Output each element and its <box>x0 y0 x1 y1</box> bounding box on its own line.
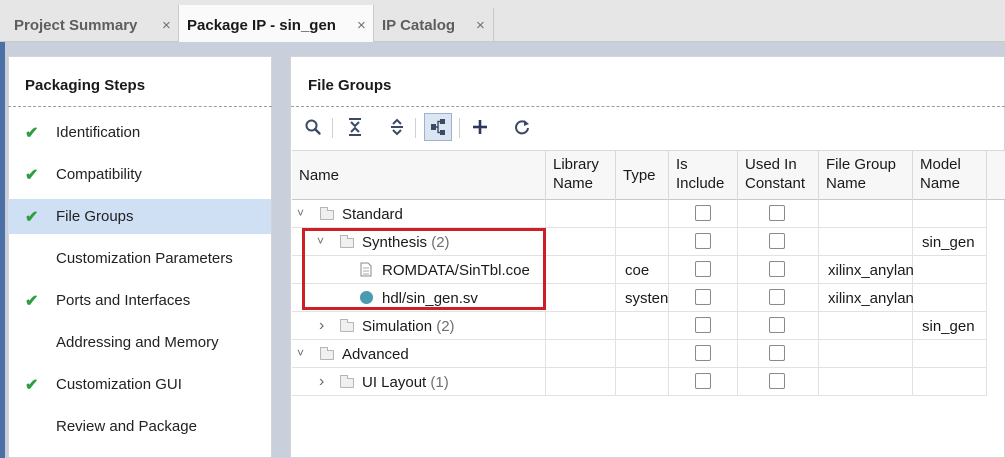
file-count: (2) <box>436 318 455 335</box>
step-label: File Groups <box>56 208 134 225</box>
row-name: Simulation (2) <box>362 318 455 335</box>
folder-icon <box>340 319 354 332</box>
hierarchy-view-button[interactable] <box>424 113 452 141</box>
step-review-and-package[interactable]: Review and Package <box>8 409 271 444</box>
panel-title: File Groups <box>308 77 392 94</box>
step-customization-gui[interactable]: ✔ Customization GUI <box>8 367 271 402</box>
collapse-all-icon <box>349 118 361 136</box>
toolbar-separator <box>459 118 460 138</box>
file-count: (1) <box>430 374 449 391</box>
tab-ip-catalog[interactable]: IP Catalog × <box>374 8 494 42</box>
chevron-down-icon[interactable]: ˅ <box>297 206 304 220</box>
divider <box>8 106 272 107</box>
tab-package-ip[interactable]: Package IP - sin_gen × <box>178 5 374 42</box>
add-files-button[interactable] <box>466 113 494 141</box>
step-addressing-and-memory[interactable]: Addressing and Memory <box>8 325 271 360</box>
folder-icon <box>320 207 334 220</box>
chevron-down-icon[interactable]: ˅ <box>297 346 304 360</box>
toolbar-separator <box>332 118 333 138</box>
search-icon <box>305 119 321 135</box>
tab-label: IP Catalog <box>382 17 456 34</box>
is-include-checkbox[interactable] <box>695 373 711 389</box>
check-icon: ✔ <box>25 209 39 226</box>
is-include-checkbox[interactable] <box>695 289 711 305</box>
row-name: Standard <box>342 206 403 223</box>
refresh-button[interactable] <box>508 113 536 141</box>
window-edge <box>0 42 5 458</box>
is-include-checkbox[interactable] <box>695 205 711 221</box>
add-icon <box>473 120 487 134</box>
model-name-cell: sin_gen <box>922 234 975 251</box>
column-header-library-name[interactable]: Library Name <box>546 150 616 200</box>
used-in-constant-checkbox[interactable] <box>769 289 785 305</box>
table-row[interactable]: ˅ Advanced <box>292 340 1005 368</box>
hierarchy-icon <box>431 119 445 135</box>
column-header-is-include[interactable]: Is Include <box>669 150 738 200</box>
close-icon[interactable]: × <box>357 17 366 34</box>
search-button[interactable] <box>299 113 327 141</box>
model-name-cell: sin_gen <box>922 318 975 335</box>
step-label: Ports and Interfaces <box>56 292 191 309</box>
step-customization-parameters[interactable]: Customization Parameters <box>8 241 271 276</box>
file-group-name-cell: xilinx_anylan <box>828 262 914 279</box>
chevron-right-icon[interactable]: › <box>319 373 324 391</box>
is-include-checkbox[interactable] <box>695 345 711 361</box>
used-in-constant-checkbox[interactable] <box>769 373 785 389</box>
step-ports-and-interfaces[interactable]: ✔ Ports and Interfaces <box>8 283 271 318</box>
check-icon: ✔ <box>25 167 39 184</box>
column-header-model-name[interactable]: Model Name <box>913 150 987 200</box>
tab-project-summary[interactable]: Project Summary × <box>6 8 180 42</box>
folder-icon <box>320 347 334 360</box>
divider <box>291 106 1005 107</box>
highlight-box <box>302 228 546 310</box>
column-header-file-group-name[interactable]: File Group Name <box>819 150 913 200</box>
is-include-checkbox[interactable] <box>695 233 711 249</box>
step-identification[interactable]: ✔ Identification <box>8 115 271 150</box>
step-label: Customization GUI <box>56 376 182 393</box>
is-include-checkbox[interactable] <box>695 317 711 333</box>
tab-label: Package IP - sin_gen <box>187 17 336 34</box>
tab-label: Project Summary <box>14 17 138 34</box>
close-icon[interactable]: × <box>476 17 485 34</box>
column-header-type[interactable]: Type <box>616 150 669 200</box>
close-icon[interactable]: × <box>162 17 171 34</box>
folder-icon <box>340 375 354 388</box>
row-name: Advanced <box>342 346 409 363</box>
type-cell: coe <box>625 262 650 279</box>
used-in-constant-checkbox[interactable] <box>769 205 785 221</box>
column-header-name[interactable]: Name <box>292 150 546 200</box>
used-in-constant-checkbox[interactable] <box>769 317 785 333</box>
chevron-right-icon[interactable]: › <box>319 317 324 335</box>
table-row[interactable]: › UI Layout (1) <box>292 368 1005 396</box>
used-in-constant-checkbox[interactable] <box>769 261 785 277</box>
expand-all-button[interactable] <box>383 113 411 141</box>
column-header-used-in-constant[interactable]: Used In Constant <box>738 150 819 200</box>
step-label: Compatibility <box>56 166 142 183</box>
expand-all-icon <box>391 118 403 136</box>
refresh-icon <box>515 120 529 135</box>
check-icon: ✔ <box>25 293 39 310</box>
step-label: Addressing and Memory <box>56 334 219 351</box>
step-label: Identification <box>56 124 141 141</box>
step-label: Review and Package <box>56 418 197 435</box>
step-compatibility[interactable]: ✔ Compatibility <box>8 157 271 192</box>
file-group-name-cell: xilinx_anylan <box>828 290 914 307</box>
used-in-constant-checkbox[interactable] <box>769 345 785 361</box>
type-cell: systen <box>625 290 669 307</box>
table-row[interactable]: › Simulation (2) sin_gen <box>292 312 1005 340</box>
panel-title: Packaging Steps <box>25 77 146 94</box>
row-name: UI Layout (1) <box>362 374 449 391</box>
collapse-all-button[interactable] <box>341 113 369 141</box>
toolbar-separator <box>415 118 416 138</box>
table-row[interactable]: ˅ Standard <box>292 200 1005 228</box>
step-label: Customization Parameters <box>56 250 233 267</box>
used-in-constant-checkbox[interactable] <box>769 233 785 249</box>
check-icon: ✔ <box>25 125 39 142</box>
step-file-groups[interactable]: ✔ File Groups <box>8 199 271 234</box>
is-include-checkbox[interactable] <box>695 261 711 277</box>
check-icon: ✔ <box>25 377 39 394</box>
